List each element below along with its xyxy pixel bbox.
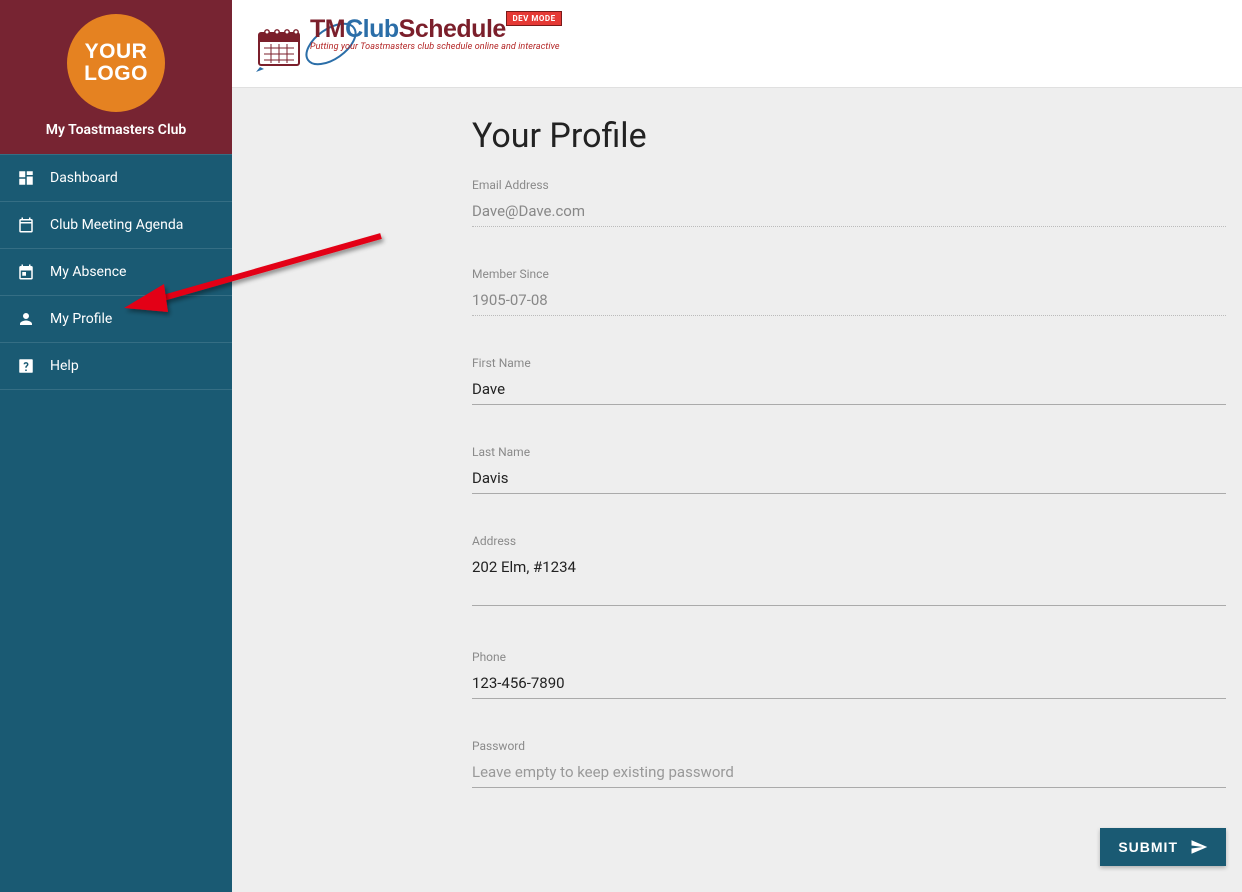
- club-name: My Toastmasters Club: [46, 122, 187, 138]
- value-email: Dave@Dave.com: [472, 198, 1226, 227]
- calendar-icon: [16, 215, 36, 235]
- sidebar-item-absence[interactable]: My Absence: [0, 249, 232, 296]
- submit-button[interactable]: SUBMIT: [1100, 828, 1226, 866]
- input-last-name[interactable]: [472, 465, 1226, 494]
- label-member-since: Member Since: [472, 267, 1226, 281]
- dev-mode-badge: DEV MODE: [506, 11, 561, 26]
- field-last-name: Last Name: [472, 445, 1226, 494]
- calendar-event-icon: [16, 262, 36, 282]
- club-logo-placeholder: YOUR LOGO: [67, 14, 165, 112]
- sidebar-item-label: Club Meeting Agenda: [50, 217, 183, 233]
- calendar-logo-icon: [254, 23, 304, 73]
- page-title: Your Profile: [472, 116, 1226, 156]
- brand-club: Club: [345, 15, 399, 44]
- input-phone[interactable]: [472, 670, 1226, 699]
- brand-tagline: Putting your Toastmasters club schedule …: [310, 42, 560, 52]
- content: Your Profile Email Address Dave@Dave.com…: [232, 88, 1242, 892]
- value-member-since: 1905-07-08: [472, 287, 1226, 316]
- person-icon: [16, 309, 36, 329]
- brand: DEV MODE TMClubSchedule Putting your Toa…: [254, 15, 560, 73]
- sidebar-item-dashboard[interactable]: Dashboard: [0, 154, 232, 202]
- sidebar-item-label: My Profile: [50, 311, 112, 327]
- sidebar-item-agenda[interactable]: Club Meeting Agenda: [0, 202, 232, 249]
- field-password: Password: [472, 739, 1226, 788]
- field-phone: Phone: [472, 650, 1226, 699]
- label-phone: Phone: [472, 650, 1226, 664]
- send-icon: [1190, 838, 1208, 856]
- field-first-name: First Name: [472, 356, 1226, 405]
- label-address: Address: [472, 534, 1226, 548]
- field-address: Address: [472, 534, 1226, 610]
- sidebar-item-profile[interactable]: My Profile: [0, 296, 232, 343]
- label-first-name: First Name: [472, 356, 1226, 370]
- field-email: Email Address Dave@Dave.com: [472, 178, 1226, 227]
- sidebar-header: YOUR LOGO My Toastmasters Club: [0, 0, 232, 154]
- sidebar-item-label: Help: [50, 358, 79, 374]
- label-last-name: Last Name: [472, 445, 1226, 459]
- label-password: Password: [472, 739, 1226, 753]
- main: DEV MODE TMClubSchedule Putting your Toa…: [232, 0, 1242, 892]
- sidebar: YOUR LOGO My Toastmasters Club Dashboard…: [0, 0, 232, 892]
- submit-label: SUBMIT: [1118, 839, 1178, 855]
- label-email: Email Address: [472, 178, 1226, 192]
- input-first-name[interactable]: [472, 376, 1226, 405]
- input-password[interactable]: [472, 759, 1226, 788]
- sidebar-nav: Dashboard Club Meeting Agenda My Absence…: [0, 154, 232, 390]
- logo-text-line1: YOUR: [85, 41, 148, 63]
- sidebar-item-label: Dashboard: [50, 170, 118, 186]
- logo-text-line2: LOGO: [84, 63, 148, 85]
- brand-tm: TM: [310, 15, 345, 44]
- field-member-since: Member Since 1905-07-08: [472, 267, 1226, 316]
- sidebar-item-help[interactable]: Help: [0, 343, 232, 390]
- topbar: DEV MODE TMClubSchedule Putting your Toa…: [232, 0, 1242, 88]
- help-icon: [16, 356, 36, 376]
- input-address[interactable]: [472, 554, 1226, 606]
- dashboard-icon: [16, 168, 36, 188]
- sidebar-item-label: My Absence: [50, 264, 126, 280]
- brand-schedule: Schedule: [399, 15, 506, 44]
